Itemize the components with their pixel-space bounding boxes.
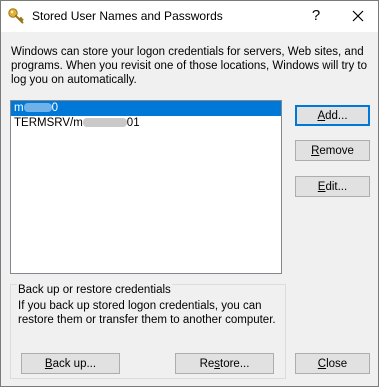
restore-button[interactable]: Restore... — [175, 353, 274, 374]
edit-label-post: dit... — [325, 181, 348, 193]
redaction-blur — [82, 118, 127, 128]
close-icon[interactable] — [347, 5, 369, 27]
credential-suffix: 0 — [51, 102, 58, 114]
group-title: Back up or restore credentials — [17, 284, 172, 296]
credential-prefix: m — [14, 102, 24, 114]
list-item[interactable]: m0 — [11, 101, 281, 116]
backup-label-post: ack up... — [52, 358, 97, 370]
help-button[interactable]: ? — [305, 5, 327, 27]
redaction-blur — [23, 103, 52, 113]
add-label-post: dd... — [325, 110, 348, 122]
backup-button[interactable]: Back up... — [21, 353, 120, 374]
close-label-key: C — [317, 358, 327, 370]
close-button[interactable]: Close — [295, 353, 370, 374]
window-title: Stored User Names and Passwords — [32, 9, 223, 23]
credential-suffix: 01 — [126, 117, 140, 129]
remove-label-post: emove — [319, 145, 354, 157]
stored-credentials-dialog: Stored User Names and Passwords ? Window… — [0, 0, 379, 387]
group-description: If you back up stored logon credentials,… — [18, 300, 276, 326]
title-bar: Stored User Names and Passwords ? — [1, 1, 378, 32]
restore-label-pre: Re — [199, 358, 215, 370]
edit-button[interactable]: Edit... — [295, 176, 370, 197]
remove-button[interactable]: Remove — [295, 140, 370, 161]
close-label-post: lose — [326, 358, 348, 370]
credentials-list[interactable]: m0 TERMSRV/m 01 — [10, 100, 282, 274]
add-label-key: A — [317, 110, 326, 122]
backup-label-key: B — [44, 358, 53, 370]
add-button[interactable]: Add... — [295, 105, 370, 126]
list-item[interactable]: TERMSRV/m 01 — [11, 116, 281, 131]
credential-prefix: TERMSRV/m — [14, 117, 83, 129]
description-text: Windows can store your logon credentials… — [11, 46, 368, 86]
restore-label-post: tore... — [220, 358, 250, 370]
key-icon — [7, 7, 25, 25]
